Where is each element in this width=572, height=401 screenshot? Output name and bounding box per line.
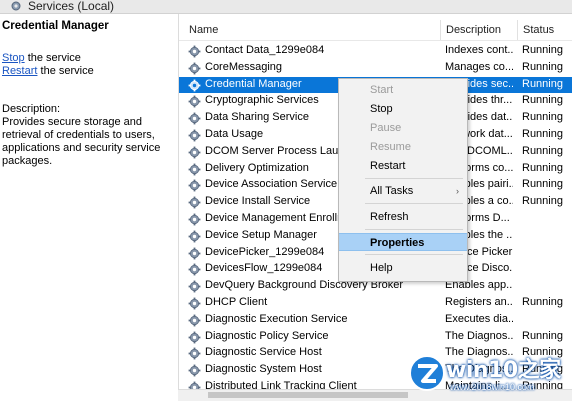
service-status: Running [522,144,563,157]
service-description: Manages co... [445,60,513,73]
gear-icon [188,163,201,175]
services-header-bar: Services (Local) [0,0,572,14]
menu-item-restart[interactable]: Restart [339,157,467,175]
menu-item-stop-label: Stop [370,103,393,115]
service-status: Running [522,44,563,56]
menu-item-properties-label: Properties [370,237,425,249]
menu-separator [365,203,463,204]
gear-icon [188,196,201,209]
service-name: CoreMessaging [205,60,283,73]
extended-description-pane: Credential Manager Stop the service Rest… [0,14,176,400]
gear-icon [188,79,201,91]
service-status: Running [522,111,563,124]
service-description: Registers an... [445,295,513,308]
description-label: Description: [2,103,61,115]
win10-logo-icon [409,355,445,391]
restart-service-action: Restart the service [2,65,94,77]
service-row[interactable]: Diagnostic Policy Service The Diagnos... R… [179,329,572,346]
gear-icon [188,45,201,58]
menu-separator [365,178,463,179]
gear-icon [188,247,201,259]
menu-item-help-label: Help [370,262,393,274]
menu-separator [365,254,463,255]
context-menu: Start Stop Pause Resume Restart All Task… [338,78,468,282]
service-status: Running [522,94,563,107]
service-status: Running [522,178,563,191]
service-name: Diagnostic Service Host [205,346,322,359]
service-status: Running [522,195,563,208]
service-row[interactable]: Diagnostic Execution Service Executes dia… [179,312,572,329]
gear-icon [188,129,201,142]
gear-icon [188,95,201,108]
column-header-name[interactable]: Name [184,20,440,40]
menu-item-all-tasks-label: All Tasks [370,185,414,197]
column-header-status[interactable]: Status [517,20,572,40]
gear-icon [188,146,201,159]
menu-item-resume-label: Resume [370,141,411,153]
service-name: Diagnostic Execution Service [205,312,348,325]
menu-item-start-label: Start [370,84,394,96]
service-name: Diagnostic Policy Service [205,329,329,342]
restart-service-link[interactable]: Restart [2,65,37,77]
menu-item-all-tasks[interactable]: All Tasks › [339,182,467,200]
gear-icon [188,213,201,226]
gear-icon [188,230,201,243]
service-row[interactable]: Contact Data_1299e084 Indexes cont... Runn… [179,43,572,60]
service-name: DHCP Client [205,295,268,308]
gear-icon [188,179,201,192]
service-description: Indexes cont... [445,44,513,56]
column-header-description[interactable]: Description [440,20,517,40]
gear-icon [188,112,201,125]
stop-service-suffix: the service [24,52,81,64]
menu-item-properties[interactable]: Properties [339,233,467,251]
menu-item-resume[interactable]: Resume [339,138,467,156]
menu-item-stop[interactable]: Stop [339,100,467,118]
stop-service-action: Stop the service [2,52,81,64]
service-row[interactable]: DHCP Client Registers an... Running [179,295,572,312]
gear-icon [188,347,201,360]
service-status: Running [522,77,563,90]
service-status: Running [522,329,563,342]
services-gear-icon [11,1,21,11]
window-title: Services (Local) [28,0,115,13]
menu-item-refresh[interactable]: Refresh [339,208,467,226]
restart-service-suffix: the service [37,65,94,77]
service-row[interactable]: CoreMessaging Manages co... Running [179,60,572,77]
menu-item-pause-label: Pause [370,122,402,134]
gear-icon [188,364,201,377]
selected-service-name: Credential Manager [2,20,109,32]
description-text: Provides secure storage and retrieval of… [2,116,161,167]
menu-separator [365,229,463,230]
watermark-brand: win10之家 [446,358,561,383]
service-status: Running [522,295,563,308]
menu-item-restart-label: Restart [370,160,406,172]
service-status: Running [522,161,563,174]
service-name: Diagnostic System Host [205,363,322,376]
menu-item-refresh-label: Refresh [370,211,409,223]
service-name: Contact Data_1299e084 [205,44,325,56]
gear-icon [188,314,201,327]
gear-icon [188,62,201,75]
chevron-right-icon: › [456,186,459,196]
gear-icon [188,297,201,310]
scrollbar-thumb[interactable] [208,392,408,398]
watermark-url: www.2018win10.com [450,382,535,392]
gear-icon [188,331,201,343]
header-divider [179,40,572,41]
menu-item-pause[interactable]: Pause [339,119,467,137]
watermark: win10之家 www.2018win10.com [406,352,572,400]
service-description: The Diagnos... [445,329,513,342]
menu-item-help[interactable]: Help [339,259,467,277]
service-description: Executes dia... [445,312,513,325]
gear-icon [188,263,201,276]
service-status: Running [522,127,563,140]
stop-service-link[interactable]: Stop [2,52,25,64]
menu-item-start[interactable]: Start [339,81,467,99]
service-status: Running [522,60,563,73]
gear-icon [188,280,201,293]
